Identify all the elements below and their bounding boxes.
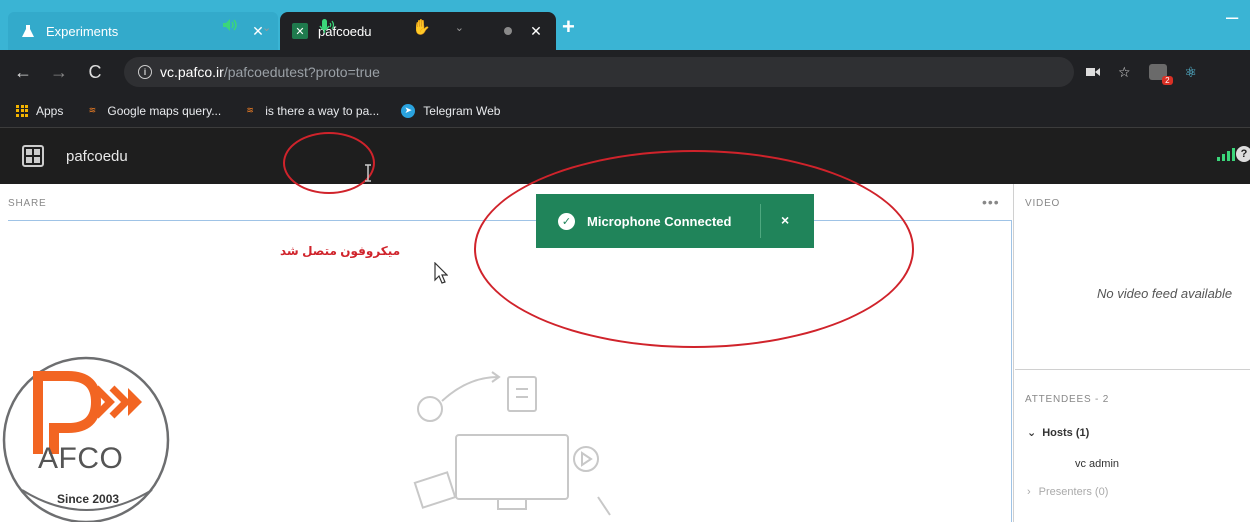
bookmark-apps[interactable]: Apps (16, 104, 63, 118)
text-cursor-icon (365, 164, 371, 182)
microphone-control[interactable]: ⌄ (318, 18, 369, 38)
forward-icon[interactable]: → (46, 62, 72, 83)
close-tab-icon[interactable]: ✕ (528, 23, 544, 40)
back-icon[interactable]: ← (10, 62, 36, 83)
bookmark-is-there-a-way[interactable]: ≋ is there a way to pa... (243, 104, 379, 118)
apps-grid-icon (16, 104, 28, 117)
microphone-icon[interactable] (318, 18, 336, 38)
chevron-down-icon[interactable]: ⌄ (1027, 427, 1036, 439)
annotation-ring-microphone (283, 132, 375, 194)
react-devtools-icon[interactable]: ⚛ (1185, 64, 1198, 81)
attendees-header: ATTENDEES - 2 (1025, 394, 1110, 405)
chevron-down-icon[interactable]: ⌄ (360, 22, 369, 35)
url-path: /pafcoedutest?proto=true (223, 64, 380, 80)
raise-hand-icon[interactable]: ✋ (412, 18, 431, 36)
mouse-cursor-icon (434, 262, 448, 284)
presenters-group[interactable]: › Presenters (0) (1027, 486, 1108, 498)
presenters-label: Presenters (0) (1038, 486, 1109, 498)
speaker-control[interactable]: ⌄ (222, 18, 271, 36)
video-pane: VIDEO No video feed available (1015, 184, 1250, 370)
extension-badge: 2 (1162, 76, 1173, 85)
bookmark-label: Google maps query... (107, 103, 222, 118)
raise-hand-control[interactable]: ✋ ⌄ (412, 18, 464, 36)
bookmark-telegram[interactable]: ➤ Telegram Web (401, 103, 501, 118)
browser-tabstrip: Experiments ✕ ✕ pafcoedu ✕ + – (0, 0, 1250, 50)
browser-toolbar: ← → C i vc.pafco.ir/pafcoedutest?proto=t… (0, 50, 1250, 94)
url-host: vc.pafco.ir (160, 64, 224, 80)
hosts-group[interactable]: ⌄ Hosts (1) (1027, 426, 1089, 439)
address-bar[interactable]: i vc.pafco.ir/pafcoedutest?proto=true (124, 57, 1074, 87)
new-tab-button[interactable]: + (562, 14, 575, 40)
minimize-button[interactable]: – (1226, 4, 1238, 30)
stackoverflow-icon: ≋ (246, 105, 254, 115)
connection-signal-icon (1217, 148, 1235, 161)
telegram-icon: ➤ (401, 103, 416, 118)
logo-brand-text: AFCO (38, 442, 124, 475)
logo-since-text: Since 2003 (57, 492, 120, 506)
chevron-right-icon[interactable]: › (1027, 486, 1031, 498)
reload-icon[interactable]: C (82, 62, 108, 83)
help-icon[interactable]: ? (1236, 146, 1250, 162)
flask-icon (20, 23, 36, 39)
stackoverflow-icon: ≋ (88, 105, 97, 115)
info-icon[interactable]: i (138, 65, 152, 79)
tab-title: Experiments (46, 23, 119, 39)
bookmark-label: Telegram Web (423, 103, 501, 118)
bookmarks-bar: Apps ≋ Google maps query... ≋ is there a… (0, 94, 1250, 128)
favicon-icon: ✕ (292, 23, 308, 39)
toolbar-actions: ☆ 2 ⚛ (1086, 50, 1197, 94)
bookmark-google-maps[interactable]: ≋ Google maps query... (85, 103, 222, 118)
bookmark-label: is there a way to pa... (265, 103, 380, 118)
room-name: pafcoedu (66, 147, 128, 165)
attendees-pane: ATTENDEES - 2 ⌄ Hosts (1) vc admin › Prese… (1015, 370, 1250, 522)
bookmark-star-icon[interactable]: ☆ (1118, 64, 1131, 81)
no-video-message: No video feed available (1097, 286, 1233, 301)
more-options-button[interactable]: ••• (982, 194, 1000, 210)
bookmark-label: Apps (36, 103, 64, 118)
attendee-vc-admin[interactable]: vc admin (1075, 458, 1119, 470)
recording-dot-icon (504, 27, 512, 35)
app-logo-icon (22, 145, 44, 167)
annotation-ring-toast (474, 150, 914, 348)
annotation-persian-text: میکروفون متصل شد (280, 244, 401, 258)
speaker-icon[interactable] (222, 18, 238, 36)
hosts-label: Hosts (1) (1042, 427, 1090, 439)
chevron-down-icon[interactable]: ⌄ (262, 21, 271, 34)
video-header: VIDEO (1025, 198, 1061, 209)
camera-icon[interactable] (1086, 64, 1100, 80)
extension-icon[interactable]: 2 (1148, 64, 1173, 85)
share-illustration-icon (413, 371, 611, 516)
chevron-down-icon[interactable]: ⌄ (455, 21, 464, 34)
